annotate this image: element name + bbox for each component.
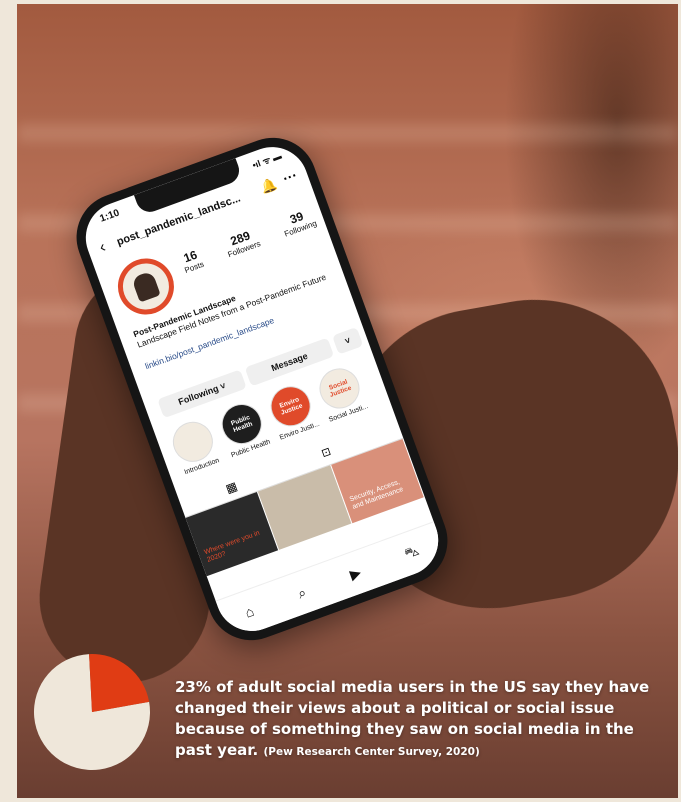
bell-icon[interactable]: 🔔 [259, 176, 280, 197]
more-options-icon[interactable]: ··· [281, 167, 300, 187]
avatar-image [116, 257, 176, 316]
caption-source: (Pew Research Center Survey, 2020) [263, 746, 480, 758]
pie-slice-highlight [89, 654, 150, 712]
pie-slices [34, 654, 150, 770]
caption: 23% of adult social media users in the U… [175, 677, 675, 763]
search-icon[interactable]: ⌕ [295, 583, 308, 602]
back-icon[interactable]: ‹ [97, 239, 108, 258]
highlight-public-health[interactable]: Public Health Public Health [213, 397, 273, 460]
post-text: Security, Access, and Maintenance [348, 478, 405, 511]
avatar[interactable] [110, 250, 182, 323]
stat-posts[interactable]: 16 Posts [179, 247, 206, 275]
signal-battery-icon: •ıl ᯤ ▬ [250, 150, 283, 171]
stat-following[interactable]: 39 Following [278, 205, 318, 239]
stat-followers[interactable]: 289 Followers [222, 226, 262, 259]
reels-icon[interactable]: ▶ [347, 563, 363, 583]
highlight-social-justice[interactable]: Social Justice Social Justi... [311, 362, 371, 425]
post-text: Where were you in 2020? [203, 529, 261, 564]
photo-light-streak [17, 124, 678, 142]
suggested-dropdown-button[interactable]: ˅ [332, 326, 364, 355]
tagged-icon[interactable]: ⊡ [320, 445, 333, 460]
shop-icon[interactable]: ⛍ [402, 541, 422, 564]
status-time: 1:10 [98, 207, 121, 225]
home-icon[interactable]: ⌂ [243, 603, 256, 621]
highlight-introduction[interactable]: Introduction [164, 415, 224, 478]
grid-icon[interactable]: ▦ [224, 479, 239, 496]
post-text [282, 516, 344, 539]
stat-pie-chart [34, 654, 150, 770]
highlight-enviro-justice[interactable]: Enviro Justice Enviro Justi... [262, 380, 322, 443]
